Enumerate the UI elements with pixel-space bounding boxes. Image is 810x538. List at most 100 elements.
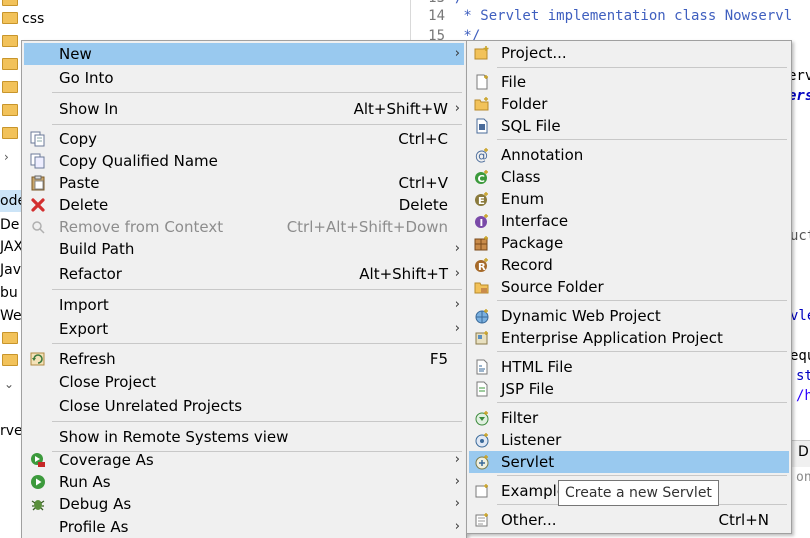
- menu-item-show-in-remote-systems-view[interactable]: Show in Remote Systems view: [24, 426, 464, 448]
- menu-item-paste[interactable]: Paste Ctrl+V: [24, 172, 464, 194]
- tree-row[interactable]: [0, 31, 22, 53]
- submenu-item-source-folder[interactable]: Source Folder: [469, 276, 789, 298]
- enum-icon: E: [475, 192, 488, 207]
- submenu-item-filter[interactable]: Filter: [469, 407, 789, 429]
- submenu-item-file[interactable]: File: [469, 71, 789, 93]
- submenu-item-enterprise-application-project[interactable]: Enterprise Application Project: [469, 327, 789, 349]
- tree-row[interactable]: bu: [0, 282, 18, 304]
- record-icon: R: [475, 258, 488, 273]
- menu-item-new[interactable]: New ›: [24, 43, 464, 65]
- menu-item-copy[interactable]: Copy Ctrl+C: [24, 128, 464, 150]
- svg-text:E: E: [478, 196, 485, 207]
- svg-text:R: R: [478, 262, 486, 273]
- menu-item-run-as[interactable]: Run As ›: [24, 471, 464, 493]
- tree-row[interactable]: Jav: [0, 259, 21, 281]
- submenu-item-dynamic-web-project[interactable]: Dynamic Web Project: [469, 305, 789, 327]
- delete-icon: [31, 198, 45, 212]
- tree-row[interactable]: [0, 77, 22, 99]
- chevron-right-icon: ›: [454, 519, 460, 534]
- submenu-item-record[interactable]: R Record: [469, 254, 789, 276]
- submenu-item-jsp-file[interactable]: JSP File: [469, 378, 789, 400]
- tree-row[interactable]: [0, 100, 22, 122]
- run-icon: [31, 475, 45, 489]
- submenu-item-class[interactable]: C Class: [469, 166, 789, 188]
- submenu-item-other[interactable]: Other... Ctrl+N: [469, 509, 789, 531]
- tree-label: De: [0, 217, 20, 233]
- coverage-icon: [31, 453, 45, 467]
- menu-separator: [52, 124, 462, 125]
- submenu-item-sql-file[interactable]: SQL File: [469, 115, 789, 137]
- tooltip: Create a new Servlet: [558, 480, 719, 506]
- chevron-right-icon[interactable]: ›: [4, 146, 14, 168]
- submenu-item-html-file[interactable]: HTML File: [469, 356, 789, 378]
- code-fragment: /ht: [796, 388, 810, 404]
- menu-item-close-unrelated-projects[interactable]: Close Unrelated Projects: [24, 395, 464, 417]
- chevron-right-icon: ›: [454, 266, 460, 281]
- svg-text:C: C: [478, 174, 485, 185]
- tree-row[interactable]: ›: [0, 146, 14, 168]
- copy-qualified-icon: [30, 153, 45, 169]
- menu-item-show-in[interactable]: Show In Alt+Shift+W ›: [24, 98, 464, 120]
- menu-item-delete[interactable]: Delete Delete: [24, 194, 464, 216]
- menu-item-coverage-as[interactable]: Coverage As ›: [24, 449, 464, 471]
- menu-item-build-path[interactable]: Build Path ›: [24, 238, 464, 260]
- menu-item-copy-qualified-name[interactable]: Copy Qualified Name: [24, 150, 464, 172]
- tree-row-css[interactable]: css: [0, 8, 44, 30]
- class-icon: C: [475, 170, 488, 185]
- tree-row[interactable]: ⌄: [0, 373, 14, 395]
- menu-item-refactor[interactable]: Refactor Alt+Shift+T ›: [24, 263, 464, 285]
- dynamic-web-project-icon: [475, 309, 489, 324]
- menu-separator: [497, 67, 787, 68]
- menu-separator: [497, 300, 787, 301]
- submenu-item-listener[interactable]: Listener: [469, 429, 789, 451]
- html-file-icon: [476, 359, 488, 375]
- menu-separator: [497, 351, 787, 352]
- folder-icon: [2, 0, 18, 6]
- menu-item-refresh[interactable]: Refresh F5: [24, 348, 464, 370]
- other-icon: [475, 513, 488, 527]
- menu-item-export[interactable]: Export ›: [24, 318, 464, 340]
- submenu-item-annotation[interactable]: @ Annotation: [469, 144, 789, 166]
- tree-row-selected[interactable]: ode: [0, 190, 26, 212]
- chevron-right-icon: ›: [454, 297, 460, 312]
- source-folder-icon: [474, 282, 489, 294]
- menu-item-close-project[interactable]: Close Project: [24, 371, 464, 393]
- tree-row[interactable]: [0, 328, 22, 350]
- tree-label: css: [22, 11, 45, 27]
- tree-row[interactable]: JAX: [0, 236, 23, 258]
- code-fragment: equ: [790, 348, 810, 364]
- submenu-item-interface[interactable]: I Interface: [469, 210, 789, 232]
- chevron-down-icon[interactable]: ⌄: [4, 373, 14, 395]
- filter-icon: [475, 411, 489, 426]
- tree-row[interactable]: De: [0, 214, 19, 236]
- refresh-icon: [30, 352, 45, 366]
- tree-label: JAX: [0, 239, 24, 255]
- submenu-item-project[interactable]: Project...: [469, 42, 789, 64]
- file-icon: [476, 74, 488, 90]
- tree-row[interactable]: [0, 123, 22, 145]
- submenu-item-servlet[interactable]: Servlet: [469, 451, 789, 473]
- tree-row[interactable]: We: [0, 305, 22, 327]
- menu-item-go-into[interactable]: Go Into: [24, 67, 464, 89]
- tree-row[interactable]: [0, 54, 22, 76]
- code-fragment: st: [796, 368, 810, 384]
- submenu-item-folder[interactable]: Folder: [469, 93, 789, 115]
- debug-icon: [31, 500, 45, 511]
- folder-icon: [474, 97, 489, 111]
- svg-text:I: I: [480, 218, 484, 229]
- submenu-item-enum[interactable]: E Enum: [469, 188, 789, 210]
- chevron-right-icon: ›: [454, 101, 460, 116]
- new-submenu: Project... File Folder SQL File @ Annota…: [466, 40, 792, 534]
- tree-label: Jav: [0, 262, 21, 278]
- menu-item-debug-as[interactable]: Debug As ›: [24, 493, 464, 515]
- chevron-right-icon: ›: [454, 452, 460, 467]
- menu-item-import[interactable]: Import ›: [24, 294, 464, 316]
- code-fragment: uct: [790, 228, 810, 244]
- menu-separator: [52, 421, 462, 422]
- tree-row[interactable]: [0, 350, 22, 372]
- code-fragment: vle: [790, 308, 810, 324]
- menu-item-profile-as[interactable]: Profile As ›: [24, 516, 464, 538]
- project-icon: [474, 46, 489, 60]
- sql-file-icon: [476, 118, 488, 134]
- submenu-item-package[interactable]: Package: [469, 232, 789, 254]
